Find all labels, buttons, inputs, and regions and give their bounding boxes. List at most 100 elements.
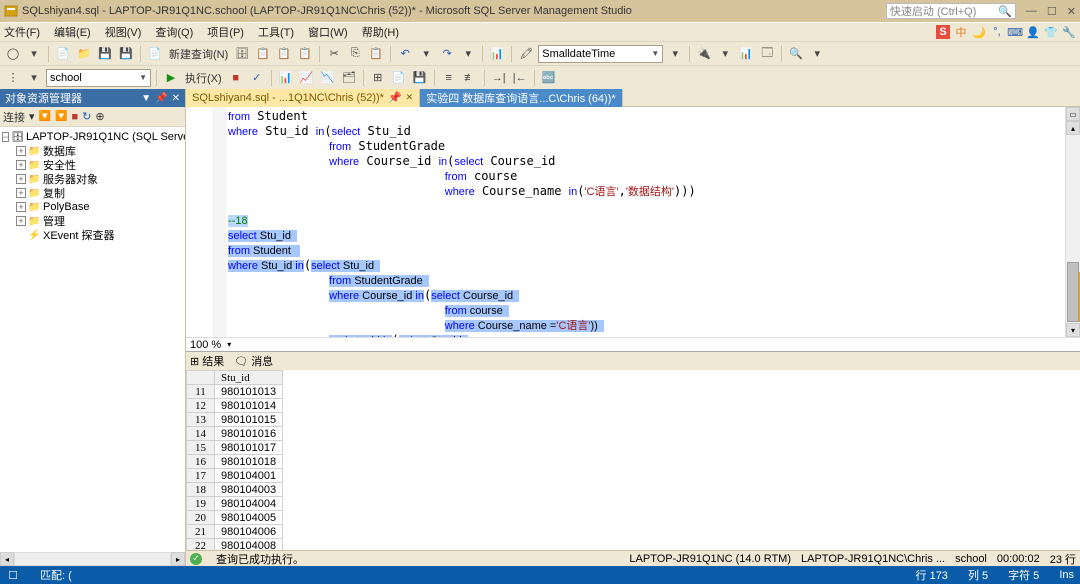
dd-button[interactable]: ▾ bbox=[666, 45, 684, 63]
quick-launch-input[interactable]: 快速启动 (Ctrl+Q) 🔍 bbox=[886, 3, 1016, 19]
zoom-indicator[interactable]: 100 % ▾ bbox=[186, 337, 1080, 351]
table-row[interactable]: 19980104004 bbox=[187, 497, 283, 511]
paste-button[interactable]: 📋 bbox=[367, 45, 385, 63]
comment-button[interactable]: ≡ bbox=[440, 69, 458, 87]
tree-folder-replication[interactable]: +📁复制 bbox=[0, 186, 185, 200]
table-row[interactable]: 13980101015 bbox=[187, 413, 283, 427]
indent-button[interactable]: →| bbox=[490, 69, 508, 87]
shirt-icon[interactable]: 👕 bbox=[1044, 25, 1058, 39]
tree-folder-xevent[interactable]: ⚡XEvent 探查器 bbox=[0, 228, 185, 242]
cell-value[interactable]: 980101014 bbox=[215, 399, 283, 413]
nav-up-icon[interactable]: ▴ bbox=[1066, 121, 1080, 135]
cell-value[interactable]: 980104006 bbox=[215, 525, 283, 539]
table-row[interactable]: 20980104005 bbox=[187, 511, 283, 525]
tree-folder-serverobjects[interactable]: +📁服务器对象 bbox=[0, 172, 185, 186]
connect-dd-icon[interactable]: ▾ bbox=[29, 110, 35, 123]
new-query-icon[interactable]: 📄 bbox=[146, 45, 164, 63]
cell-value[interactable]: 980104005 bbox=[215, 511, 283, 525]
uncomment-button[interactable]: ≢ bbox=[461, 69, 479, 87]
tree-root[interactable]: − 🗄 LAPTOP-JR91Q1NC (SQL Server 14.0. bbox=[0, 130, 185, 144]
panel-dropdown-icon[interactable]: ▼ bbox=[141, 93, 151, 104]
activity-icon[interactable]: 🗔 bbox=[758, 45, 776, 63]
menu-edit[interactable]: 编辑(E) bbox=[54, 24, 91, 40]
results-messages-tab[interactable]: 🗨消息 bbox=[234, 353, 273, 369]
explorer-hscroll[interactable]: ◂ ▸ bbox=[0, 552, 185, 566]
results-file-button[interactable]: 💾 bbox=[411, 69, 429, 87]
ime-icon[interactable]: S bbox=[936, 25, 950, 39]
stats-button[interactable]: 🗂 bbox=[340, 69, 358, 87]
save-button[interactable]: 💾 bbox=[96, 45, 114, 63]
cell-value[interactable]: 980104008 bbox=[215, 539, 283, 551]
menu-project[interactable]: 项目(P) bbox=[207, 24, 244, 40]
database-combo[interactable]: school ▼ bbox=[46, 69, 151, 87]
template-icon[interactable]: ⋮ bbox=[4, 69, 22, 87]
editor-vscroll[interactable]: ▭ ▴ ▾ bbox=[1065, 107, 1080, 337]
object-tree[interactable]: − 🗄 LAPTOP-JR91Q1NC (SQL Server 14.0. +📁… bbox=[0, 127, 185, 552]
cell-value[interactable]: 980104004 bbox=[215, 497, 283, 511]
sort-icon[interactable]: ⊕ bbox=[95, 110, 104, 123]
expand-icon[interactable]: + bbox=[16, 160, 26, 170]
save-all-button[interactable]: 💾 bbox=[117, 45, 135, 63]
props-button[interactable]: 📊 bbox=[488, 45, 506, 63]
cell-value[interactable]: 980101018 bbox=[215, 455, 283, 469]
open-button[interactable]: 📁 bbox=[75, 45, 93, 63]
results-grid-tab[interactable]: ⊞结果 bbox=[190, 353, 224, 369]
outdent-button[interactable]: |← bbox=[511, 69, 529, 87]
live-plan-button[interactable]: 📉 bbox=[319, 69, 337, 87]
table-row[interactable]: 14980101016 bbox=[187, 427, 283, 441]
xquery-icon[interactable]: 📋 bbox=[254, 45, 272, 63]
menu-window[interactable]: 窗口(W) bbox=[308, 24, 348, 40]
find-dd[interactable]: ▾ bbox=[808, 45, 826, 63]
tab-close-icon[interactable]: ✕ bbox=[406, 92, 414, 103]
cell-value[interactable]: 980101015 bbox=[215, 413, 283, 427]
fold-gutter[interactable] bbox=[214, 107, 226, 337]
cancel-button[interactable]: ■ bbox=[227, 69, 245, 87]
tree-folder-security[interactable]: +📁安全性 bbox=[0, 158, 185, 172]
table-row[interactable]: 15980101017 bbox=[187, 441, 283, 455]
new-file-button[interactable]: 📄 bbox=[54, 45, 72, 63]
actual-plan-button[interactable]: 📈 bbox=[298, 69, 316, 87]
filter2-icon[interactable]: 🔽 bbox=[55, 111, 67, 122]
nav-split-icon[interactable]: ▭ bbox=[1066, 107, 1080, 121]
expand-icon[interactable]: + bbox=[16, 202, 26, 212]
minimize-button[interactable]: — bbox=[1026, 5, 1037, 18]
tab-inactive[interactable]: 实验四 数据库查询语言...C\Chris (64))* bbox=[420, 89, 622, 107]
table-row[interactable]: 21980104006 bbox=[187, 525, 283, 539]
cell-value[interactable]: 980101013 bbox=[215, 385, 283, 399]
registered-srv-icon[interactable]: 📊 bbox=[737, 45, 755, 63]
table-row[interactable]: 22980104008 bbox=[187, 539, 283, 551]
refresh-icon[interactable]: ↻ bbox=[82, 110, 91, 123]
cell-value[interactable]: 980104003 bbox=[215, 483, 283, 497]
menu-view[interactable]: 视图(V) bbox=[105, 24, 142, 40]
back-button[interactable]: ◯ bbox=[4, 45, 22, 63]
results-grid[interactable]: Stu_id 119801010131298010101413980101015… bbox=[186, 370, 1080, 550]
cell-value[interactable]: 980101016 bbox=[215, 427, 283, 441]
connect-button[interactable]: 🔌 bbox=[695, 45, 713, 63]
panel-pin-icon[interactable]: 📌 bbox=[155, 93, 167, 104]
close-button[interactable]: ✕ bbox=[1067, 5, 1076, 18]
redo-dd[interactable]: ▾ bbox=[459, 45, 477, 63]
tab-active[interactable]: SQLshiyan4.sql - ...1Q1NC\Chris (52))* 📌… bbox=[186, 89, 420, 107]
table-row[interactable]: 11980101013 bbox=[187, 385, 283, 399]
tree-folder-management[interactable]: +📁管理 bbox=[0, 214, 185, 228]
plan-button[interactable]: 📊 bbox=[277, 69, 295, 87]
cn-icon[interactable]: 中 bbox=[954, 25, 968, 39]
cell-value[interactable]: 980104001 bbox=[215, 469, 283, 483]
scroll-track[interactable] bbox=[14, 552, 171, 566]
wrench-icon[interactable]: 🔧 bbox=[1062, 25, 1076, 39]
cut-button[interactable]: ✂ bbox=[325, 45, 343, 63]
column-header[interactable]: Stu_id bbox=[215, 371, 283, 385]
person-icon[interactable]: 👤 bbox=[1026, 25, 1040, 39]
new-query-button[interactable]: 新建查询(N) bbox=[167, 46, 230, 62]
tree-folder-polybase[interactable]: +📁PolyBase bbox=[0, 200, 185, 214]
table-row[interactable]: 18980104003 bbox=[187, 483, 283, 497]
punct-icon[interactable]: °, bbox=[990, 25, 1004, 39]
dmx-icon[interactable]: 📋 bbox=[296, 45, 314, 63]
db-icon[interactable]: 🗄 bbox=[233, 45, 251, 63]
panel-close-icon[interactable]: ✕ bbox=[172, 93, 180, 104]
execute-button[interactable]: 执行(X) bbox=[183, 70, 224, 86]
code-editor[interactable]: from Student where Stu_id in(select Stu_… bbox=[226, 107, 1065, 337]
keyboard-icon[interactable]: ⌨ bbox=[1008, 25, 1022, 39]
scroll-left-icon[interactable]: ◂ bbox=[0, 552, 14, 566]
moon-icon[interactable]: 🌙 bbox=[972, 25, 986, 39]
